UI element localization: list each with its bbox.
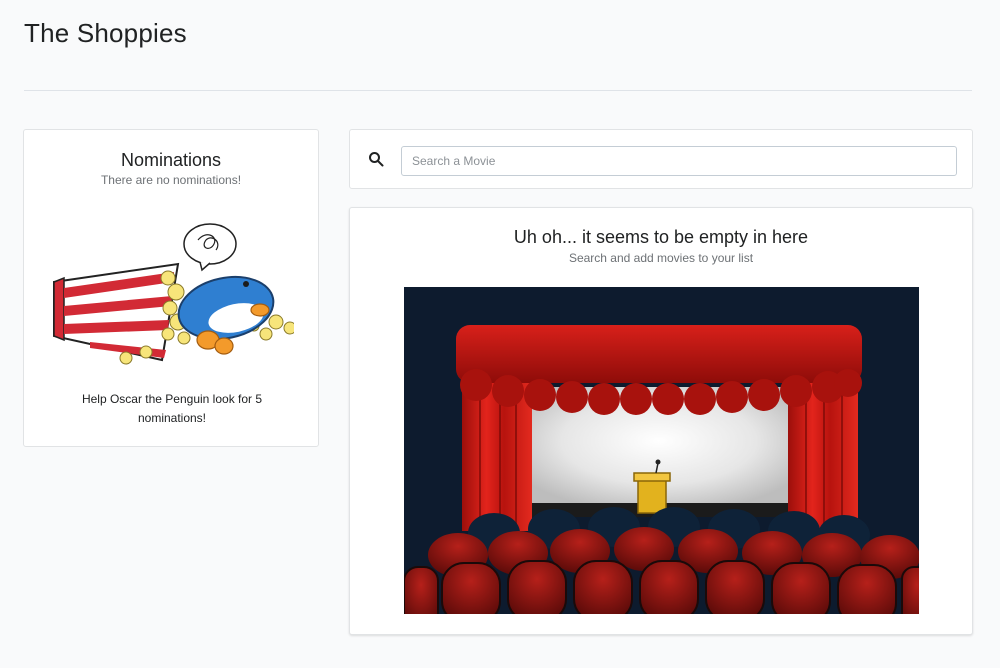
penguin-popcorn-illustration: [53, 223, 294, 365]
search-card: [349, 129, 973, 189]
app-title: The Shoppies: [24, 18, 187, 48]
search-icon: [369, 152, 384, 167]
nominations-card: Nominations There are no nominations! He…: [23, 129, 319, 447]
search-input[interactable]: [401, 146, 957, 176]
empty-state-title: Uh oh... it seems to be empty in here: [513, 227, 809, 247]
nominations-subtitle: There are no nominations!: [100, 173, 242, 187]
header-divider: [24, 90, 972, 91]
nominations-help-text: Help Oscar the Penguin look for 5 nomina…: [81, 392, 263, 425]
empty-state-subtitle: Search and add movies to your list: [568, 251, 754, 265]
movie-theater-illustration: [404, 287, 919, 614]
empty-state-card: Uh oh... it seems to be empty in here Se…: [349, 207, 973, 635]
nominations-title: Nominations: [120, 150, 222, 170]
